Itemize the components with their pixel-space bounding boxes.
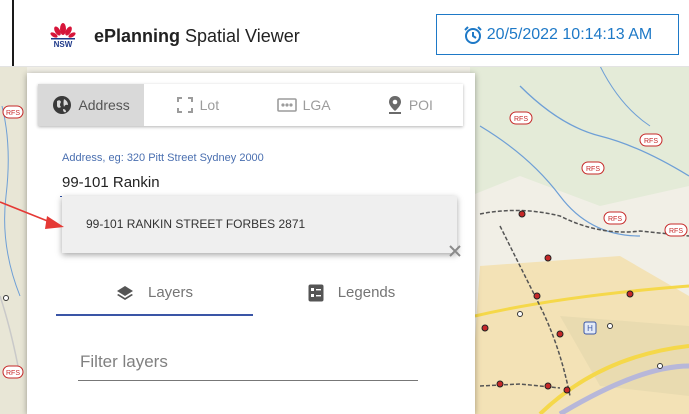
address-suggestions-dropdown: 99-101 RANKIN STREET FORBES 2871: [62, 196, 457, 253]
app-title-rest: Spatial Viewer: [180, 26, 300, 46]
app-header: NSW ePlanning Spatial Viewer 20/5/2022 1…: [0, 0, 689, 67]
search-type-tabs: Address Lot LGA POI: [38, 84, 463, 126]
alarm-clock-icon: [464, 25, 482, 44]
legend-list-icon: [308, 284, 324, 301]
tab-layers-label: Layers: [147, 284, 194, 301]
filter-input-underline: [78, 380, 418, 381]
tab-poi[interactable]: POI: [357, 84, 463, 126]
crop-corners-icon: [176, 97, 193, 113]
app-title-bold: ePlanning: [94, 26, 181, 46]
map-marker-rfs: RFS: [586, 166, 600, 173]
tab-lot[interactable]: Lot: [144, 84, 250, 126]
filter-layers-input[interactable]: Filter layers: [80, 352, 168, 372]
map-marker-hospital: H: [587, 324, 593, 333]
tab-legends[interactable]: Legends: [253, 269, 450, 316]
layers-icon: [116, 285, 133, 300]
annotation-arrow-icon: [0, 201, 64, 229]
globe-icon: [53, 96, 72, 114]
layer-legend-tabs: Layers Legends: [56, 269, 450, 316]
tab-poi-label: POI: [408, 97, 433, 113]
address-field-hint: Address, eg: 320 Pitt Street Sydney 2000: [62, 152, 264, 164]
map-marker-rfs: RFS: [6, 110, 20, 117]
logo-text: NSW: [54, 40, 73, 49]
app-title: ePlanning Spatial Viewer: [94, 26, 300, 47]
tab-legends-label: Legends: [337, 284, 396, 301]
address-search-input[interactable]: [60, 168, 457, 197]
close-icon[interactable]: [448, 244, 462, 258]
map-marker-rfs: RFS: [644, 138, 658, 145]
map-marker-rfs: RFS: [6, 370, 20, 377]
datetime-button[interactable]: 20/5/2022 10:14:13 AM: [436, 14, 679, 55]
tab-address-label: Address: [78, 97, 130, 113]
map-marker-rfs: RFS: [514, 116, 528, 123]
map-pin-icon: [388, 96, 401, 114]
tab-lga[interactable]: LGA: [251, 84, 357, 126]
tab-layers[interactable]: Layers: [56, 269, 253, 316]
map-marker-rfs: RFS: [669, 228, 683, 235]
tab-lot-label: Lot: [199, 97, 220, 113]
tab-lga-label: LGA: [302, 97, 331, 113]
dotted-box-icon: [276, 98, 297, 112]
datetime-label: 20/5/2022 10:14:13 AM: [486, 25, 653, 43]
suggestion-label: 99-101 RANKIN STREET FORBES 2871: [86, 217, 306, 231]
nsw-waratah-logo-icon: NSW: [50, 23, 76, 49]
active-tab-indicator: [56, 314, 253, 316]
window-edge-line: [12, 0, 14, 66]
tab-address[interactable]: Address: [38, 84, 145, 126]
map-marker-rfs: RFS: [608, 216, 622, 223]
suggestion-item[interactable]: 99-101 RANKIN STREET FORBES 2871: [62, 206, 457, 242]
